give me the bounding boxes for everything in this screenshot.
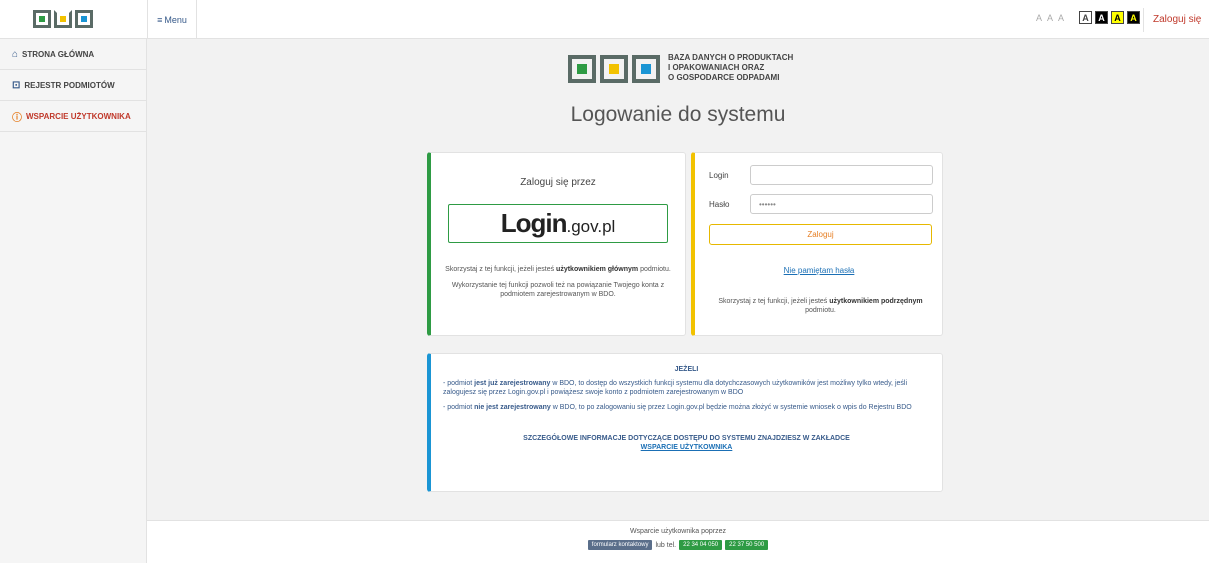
- contact-form-button[interactable]: formularz kontaktowy: [587, 540, 653, 550]
- bdo-large-logo: [568, 55, 660, 83]
- sidebar-item-support[interactable]: ⓘ WSPARCIE UŻYTKOWNIKA: [0, 101, 146, 132]
- support-link[interactable]: WSPARCIE UŻYTKOWNIKA: [431, 443, 942, 452]
- info-more: SZCZEGÓŁOWE INFORMACJE DOTYCZĄCE DOSTĘPU…: [431, 434, 942, 452]
- login-row: Login: [709, 165, 933, 185]
- logo-box-blue: [632, 55, 660, 83]
- brand-text: BAZA DANYCH O PRODUKTACH I OPAKOWANIACH …: [668, 53, 793, 83]
- password-label: Hasło: [709, 199, 730, 209]
- password-input[interactable]: [750, 194, 933, 214]
- brand-line-2: I OPAKOWANIACH ORAZ: [668, 63, 765, 72]
- login-link[interactable]: Zaloguj się: [1153, 14, 1201, 25]
- logo-box-green: [33, 10, 51, 28]
- brand: BAZA DANYCH O PRODUKTACH I OPAKOWANIACH …: [568, 53, 793, 83]
- login-form-card: Login Hasło Zaloguj Nie pamiętam hasła S…: [691, 152, 943, 336]
- home-icon: ⌂: [12, 48, 19, 60]
- box-icon: ⊡: [12, 79, 21, 91]
- main-content: BAZA DANYCH O PRODUKTACH I OPAKOWANIACH …: [147, 39, 1209, 520]
- page-title: Logowanie do systemu: [570, 103, 786, 126]
- divider: [1143, 8, 1144, 32]
- sidebar-item-label: REJESTR PODMIOTÓW: [24, 80, 115, 90]
- phone-button-2[interactable]: 22 37 50 500: [725, 540, 769, 550]
- brand-line-3: O GOSPODARCE ODPADAMI: [668, 73, 780, 82]
- font-size-controls: A A A: [1036, 13, 1064, 23]
- logo-box-blue: [75, 10, 93, 28]
- login-gov-logo-text: Login: [500, 208, 568, 238]
- subordinate-user-note: Skorzystaj z tej funkcji, jeżeli jesteś …: [718, 298, 923, 314]
- footer-text: Wsparcie użytkownika poprzez: [629, 528, 727, 535]
- top-bar: ≡ Menu A A A A A A A Zaloguj się: [0, 0, 1209, 39]
- login-gov-card: Zaloguj się przez Login .gov.pl Skorzyst…: [427, 152, 686, 336]
- logo-box-yellow: [600, 55, 628, 83]
- contrast-black-white[interactable]: A: [1095, 11, 1108, 24]
- logo-box-green: [568, 55, 596, 83]
- phone-button-1[interactable]: 22 34 04 050: [679, 540, 723, 550]
- sidebar-item-label: STRONA GŁÓWNA: [22, 49, 95, 59]
- contrast-controls: A A A A: [1079, 11, 1140, 24]
- sidebar-item-label: WSPARCIE UŻYTKOWNIKA: [26, 111, 131, 121]
- menu-label: Menu: [164, 14, 187, 25]
- forgot-password-link[interactable]: Nie pamiętam hasła: [695, 266, 943, 275]
- login-via-text: Zaloguj się przez: [520, 177, 596, 188]
- or-tel-text: lub tel.: [655, 541, 677, 549]
- font-size-medium[interactable]: A: [1047, 13, 1053, 23]
- info-more-text: SZCZEGÓŁOWE INFORMACJE DOTYCZĄCE DOSTĘPU…: [523, 435, 850, 442]
- menu-button[interactable]: ≡ Menu: [147, 0, 197, 39]
- contrast-yellow-black[interactable]: A: [1111, 11, 1124, 24]
- password-row: Hasło: [709, 194, 933, 214]
- font-size-large[interactable]: A: [1058, 13, 1064, 23]
- help-icon: ⓘ: [12, 112, 22, 124]
- info-not-registered: - podmiot nie jest zarejestrowany w BDO,…: [443, 404, 912, 411]
- sidebar: ⌂ STRONA GŁÓWNA ⊡ REJESTR PODMIOTÓW ⓘ WS…: [0, 39, 147, 563]
- sidebar-item-home[interactable]: ⌂ STRONA GŁÓWNA: [0, 39, 146, 70]
- font-size-small[interactable]: A: [1036, 13, 1042, 23]
- login-submit-button[interactable]: Zaloguj: [709, 224, 932, 245]
- logo-box-yellow: [54, 10, 72, 28]
- login-gov-button[interactable]: Login .gov.pl: [448, 204, 668, 243]
- footer-contacts: formularz kontaktowy lub tel. 22 34 04 0…: [147, 540, 1209, 550]
- login-gov-suffix: .gov.pl: [566, 216, 616, 236]
- login-input[interactable]: [750, 165, 933, 185]
- login-gov-note: Wykorzystanie tej funkcji pozwoli też na…: [451, 282, 665, 298]
- sidebar-item-registry[interactable]: ⊡ REJESTR PODMIOTÓW: [0, 70, 146, 101]
- contrast-default[interactable]: A: [1079, 11, 1092, 24]
- hamburger-icon: ≡: [157, 14, 163, 25]
- info-title: JEŻELI: [674, 366, 699, 373]
- footer: Wsparcie użytkownika poprzez formularz k…: [147, 520, 1209, 563]
- info-card: JEŻELI - podmiot jest już zarejestrowany…: [427, 353, 943, 492]
- brand-line-1: BAZA DANYCH O PRODUKTACH: [668, 53, 794, 62]
- login-gov-description: Skorzystaj z tej funkcji, jeżeli jesteś …: [445, 266, 671, 273]
- login-label: Login: [709, 170, 729, 180]
- bdo-logo[interactable]: [33, 10, 93, 30]
- info-registered: - podmiot jest już zarejestrowany w BDO,…: [443, 380, 907, 396]
- contrast-black-yellow[interactable]: A: [1127, 11, 1140, 24]
